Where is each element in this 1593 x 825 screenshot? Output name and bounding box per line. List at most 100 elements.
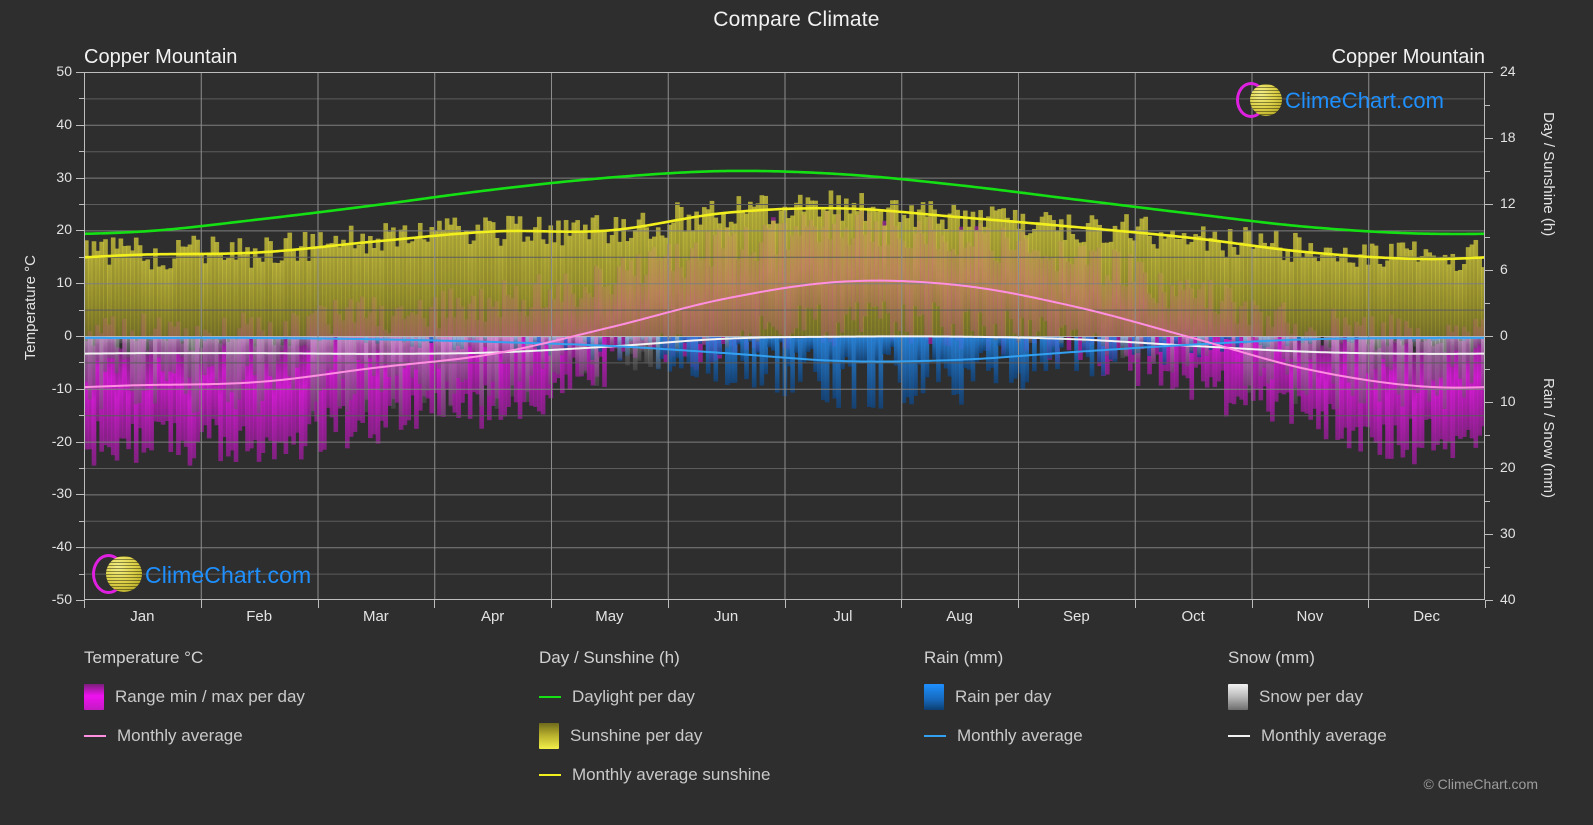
x-tick — [551, 600, 552, 608]
x-tick-label: Apr — [480, 608, 505, 625]
right-station-label: Copper Mountain — [1331, 46, 1485, 68]
y-tick-right-minor — [1485, 105, 1490, 106]
y-tick-label-left: -30 — [51, 485, 72, 502]
legend-item[interactable]: Snow per day — [1228, 682, 1387, 712]
y-tick-left-minor — [79, 151, 84, 153]
y-tick-left — [76, 283, 84, 285]
y-tick-right — [1485, 534, 1493, 535]
x-tick-label: Nov — [1296, 608, 1324, 625]
y-tick-left — [76, 547, 84, 549]
x-tick — [1251, 600, 1253, 608]
y-tick-right-minor — [1485, 303, 1490, 304]
legend-item[interactable]: Range min / max per day — [84, 682, 305, 712]
legend-column-title: Day / Sunshine (h) — [539, 648, 680, 667]
x-tick — [1134, 600, 1136, 608]
y-tick-left — [76, 177, 84, 179]
watermark-text: ClimeChart.com — [1285, 88, 1445, 113]
chart-page: Compare Climate Copper Mountain Copper M… — [0, 0, 1593, 825]
y-tick-right — [1485, 72, 1493, 73]
series-lines — [84, 169, 1485, 389]
y-tick-left — [76, 336, 84, 337]
watermark-top: ClimeChart.com — [1236, 80, 1444, 122]
y-tick-left — [76, 600, 84, 601]
y-tick-right — [1485, 468, 1493, 469]
legend-swatch-icon — [1228, 684, 1248, 710]
legend-item[interactable]: Monthly average — [84, 721, 305, 751]
y-tick-label-left: -40 — [51, 538, 72, 555]
legend-column-title: Snow (mm) — [1228, 648, 1315, 667]
legend-item[interactable]: Rain per day — [924, 682, 1083, 712]
y-tick-label-left: -50 — [51, 591, 72, 607]
x-tick-label: Dec — [1413, 608, 1440, 625]
y-tick-left-minor — [79, 520, 84, 522]
legend-item-label: Monthly average — [957, 726, 1083, 745]
plot-area — [84, 72, 1485, 600]
y-tick-left-minor — [79, 362, 84, 364]
x-tick — [1485, 600, 1486, 608]
y-tick-left — [76, 494, 84, 496]
y-tick-right-minor — [1485, 171, 1490, 172]
x-tick — [317, 600, 319, 608]
y-tick-label-right: 12 — [1500, 195, 1516, 211]
y-axis-right-top-title: Day / Sunshine (h) — [1540, 112, 1557, 237]
x-tick — [200, 600, 202, 608]
legend-line-icon — [539, 696, 561, 698]
legend-column-title: Temperature °C — [84, 648, 204, 667]
legend-swatch-icon — [84, 684, 104, 710]
y-tick-left — [76, 72, 84, 73]
x-tick-label: May — [595, 608, 624, 625]
legend-item[interactable]: Monthly average — [924, 721, 1083, 751]
x-tick-label: Oct — [1181, 608, 1205, 625]
y-tick-right — [1485, 138, 1493, 139]
y-tick-left-minor — [79, 309, 84, 311]
legend-item[interactable]: Monthly average — [1228, 721, 1387, 751]
y-tick-right-minor — [1485, 501, 1490, 502]
y-tick-right-minor — [1485, 369, 1490, 370]
x-tick-label: Mar — [362, 608, 389, 625]
y-tick-right — [1485, 336, 1493, 337]
page-title: Compare Climate — [713, 8, 880, 31]
legend-column: Day / Sunshine (h) Daylight per day Sunshi… — [539, 648, 770, 799]
y-tick-label-left: 10 — [56, 274, 72, 291]
legend-item[interactable]: Monthly average sunshine — [539, 760, 770, 790]
y-tick-left — [76, 441, 84, 443]
y-tick-label-right: 18 — [1500, 129, 1516, 145]
legend-item-label: Monthly average sunshine — [572, 765, 771, 784]
y-tick-label-left: 0 — [64, 327, 72, 343]
y-tick-left-minor — [79, 256, 84, 258]
y-tick-left-minor — [79, 415, 84, 417]
y-tick-label-right: 40 — [1500, 591, 1516, 607]
y-tick-left-minor — [79, 573, 84, 575]
y-tick-label-left: 20 — [56, 221, 72, 238]
legend-item[interactable]: Daylight per day — [539, 682, 770, 712]
left-station-label: Copper Mountain — [84, 46, 238, 68]
legend-item-label: Rain per day — [955, 687, 1052, 706]
climechart-logo-icon — [1236, 80, 1282, 122]
watermark-bottom: ClimeChart.com — [92, 552, 311, 598]
x-tick — [434, 600, 436, 608]
x-tick-label: Sep — [1063, 608, 1090, 625]
x-tick — [84, 600, 85, 608]
legend-column: Temperature °C Range min / max per day Mon… — [84, 648, 305, 760]
legend-column: Rain (mm) Rain per day Monthly average — [924, 648, 1083, 760]
climechart-logo-icon — [92, 552, 142, 598]
y-tick-right-minor — [1485, 237, 1490, 238]
legend-column-title: Rain (mm) — [924, 648, 1004, 667]
x-tick — [1368, 600, 1370, 608]
legend-item-label: Monthly average — [1261, 726, 1387, 745]
x-tick-label: Feb — [246, 608, 273, 625]
y-tick-label-right: 24 — [1500, 63, 1516, 79]
legend-item-label: Daylight per day — [572, 687, 695, 706]
y-tick-label-right: 6 — [1500, 261, 1508, 277]
y-tick-left-minor — [79, 98, 84, 100]
legend-swatch-icon — [539, 723, 559, 749]
legend-item-label: Snow per day — [1259, 687, 1363, 706]
y-tick-label-left: 50 — [56, 63, 72, 79]
y-tick-right-minor — [1485, 435, 1490, 436]
y-tick-right — [1485, 402, 1493, 403]
y-tick-label-left: 40 — [56, 115, 72, 132]
y-tick-label-left: -10 — [51, 379, 72, 396]
y-tick-label-left: -20 — [51, 432, 72, 449]
y-tick-label-right: 30 — [1500, 525, 1516, 541]
legend-item[interactable]: Sunshine per day — [539, 721, 770, 751]
